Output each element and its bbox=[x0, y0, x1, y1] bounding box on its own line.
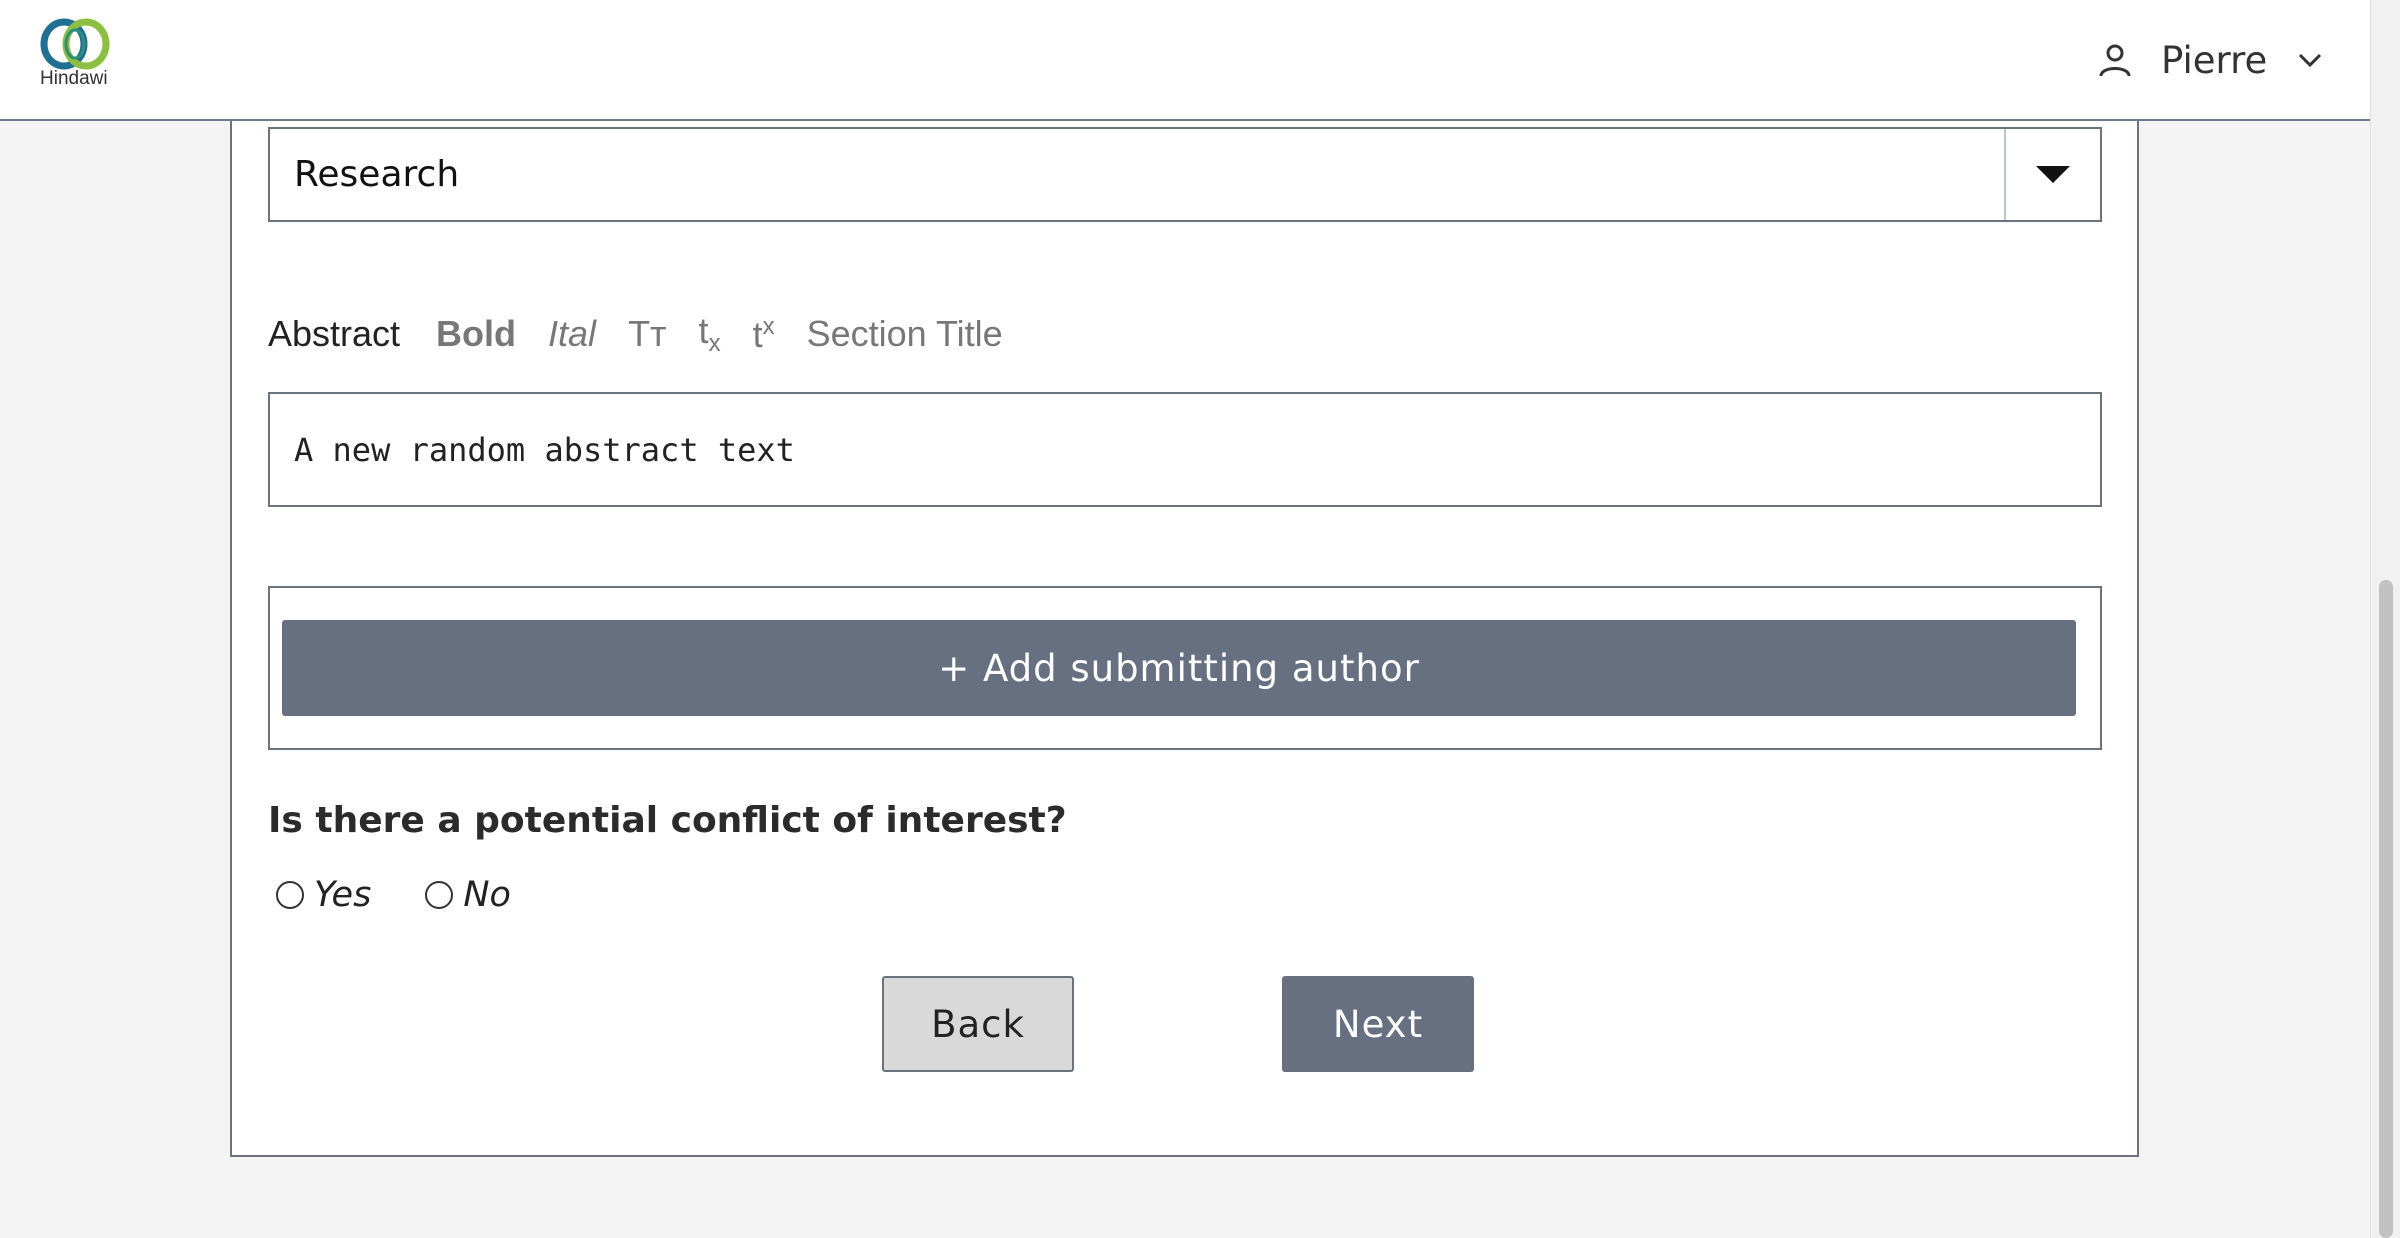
back-button[interactable]: Back bbox=[882, 976, 1074, 1072]
superscript-button[interactable]: tx bbox=[753, 313, 775, 356]
abstract-toolbar: Abstract Bold Ital Tт tx tx Section Titl… bbox=[268, 306, 1035, 362]
superscript-mark: x bbox=[762, 312, 775, 340]
conflict-question: Is there a potential conflict of interes… bbox=[268, 800, 1067, 841]
user-menu[interactable]: Pierre bbox=[2095, 34, 2325, 86]
radio-option-yes[interactable]: Yes bbox=[276, 875, 371, 915]
next-button[interactable]: Next bbox=[1282, 976, 1474, 1072]
radio-no-label: No bbox=[463, 875, 511, 915]
bold-button[interactable]: Bold bbox=[436, 313, 516, 355]
chevron-down-icon bbox=[2299, 53, 2322, 68]
radio-no[interactable] bbox=[425, 881, 454, 909]
add-submitting-author-button[interactable]: + Add submitting author bbox=[282, 620, 2076, 716]
article-type-select[interactable]: Research bbox=[268, 127, 2102, 222]
user-name: Pierre bbox=[2161, 38, 2268, 82]
italic-button[interactable]: Ital bbox=[548, 313, 596, 355]
abstract-input[interactable]: A new random abstract text bbox=[268, 392, 2102, 507]
dropdown-triangle-icon bbox=[2036, 166, 2070, 183]
scrollbar-thumb[interactable] bbox=[2379, 580, 2393, 1238]
app-header: Hindawi Pierre bbox=[0, 0, 2370, 121]
subscript-button[interactable]: tx bbox=[699, 310, 721, 358]
logo-text: Hindawi bbox=[40, 68, 108, 89]
select-dropdown-button[interactable] bbox=[2004, 129, 2100, 220]
radio-option-no[interactable]: No bbox=[425, 875, 511, 915]
small-caps-button[interactable]: Tт bbox=[628, 313, 666, 355]
user-icon bbox=[2099, 44, 2131, 77]
article-type-value: Research bbox=[294, 154, 460, 195]
subscript-base: t bbox=[698, 309, 709, 351]
subscript-mark: x bbox=[708, 330, 721, 358]
conflict-radio-group: Yes No bbox=[276, 875, 565, 915]
authors-section: + Add submitting author bbox=[268, 586, 2102, 750]
logo-rings-icon bbox=[40, 18, 110, 70]
section-title-button[interactable]: Section Title bbox=[807, 313, 1003, 355]
radio-yes[interactable] bbox=[276, 881, 304, 909]
superscript-base: t bbox=[752, 313, 763, 355]
radio-yes-label: Yes bbox=[314, 875, 372, 915]
abstract-label: Abstract bbox=[268, 313, 401, 354]
